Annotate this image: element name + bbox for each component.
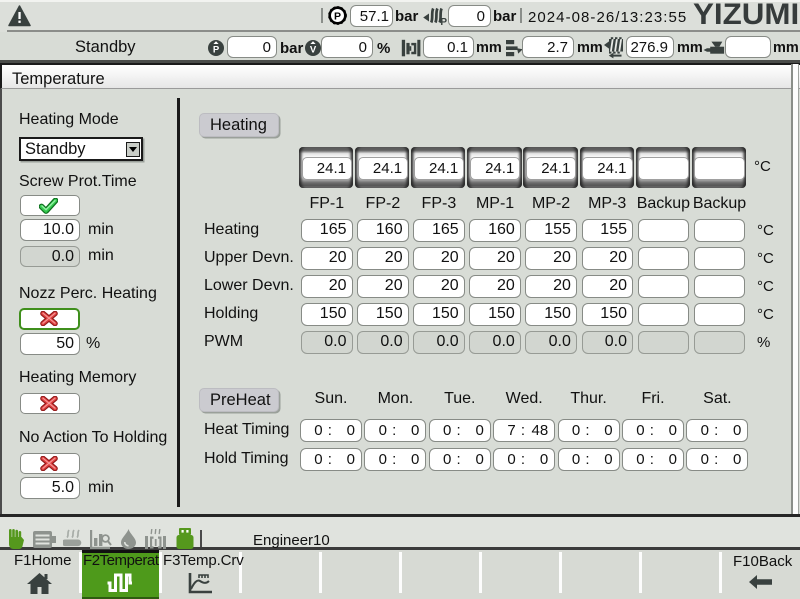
svg-text:P: P bbox=[213, 45, 220, 56]
svg-text:P: P bbox=[334, 10, 341, 22]
svg-text:P: P bbox=[440, 17, 447, 25]
svg-text:V: V bbox=[310, 45, 317, 56]
